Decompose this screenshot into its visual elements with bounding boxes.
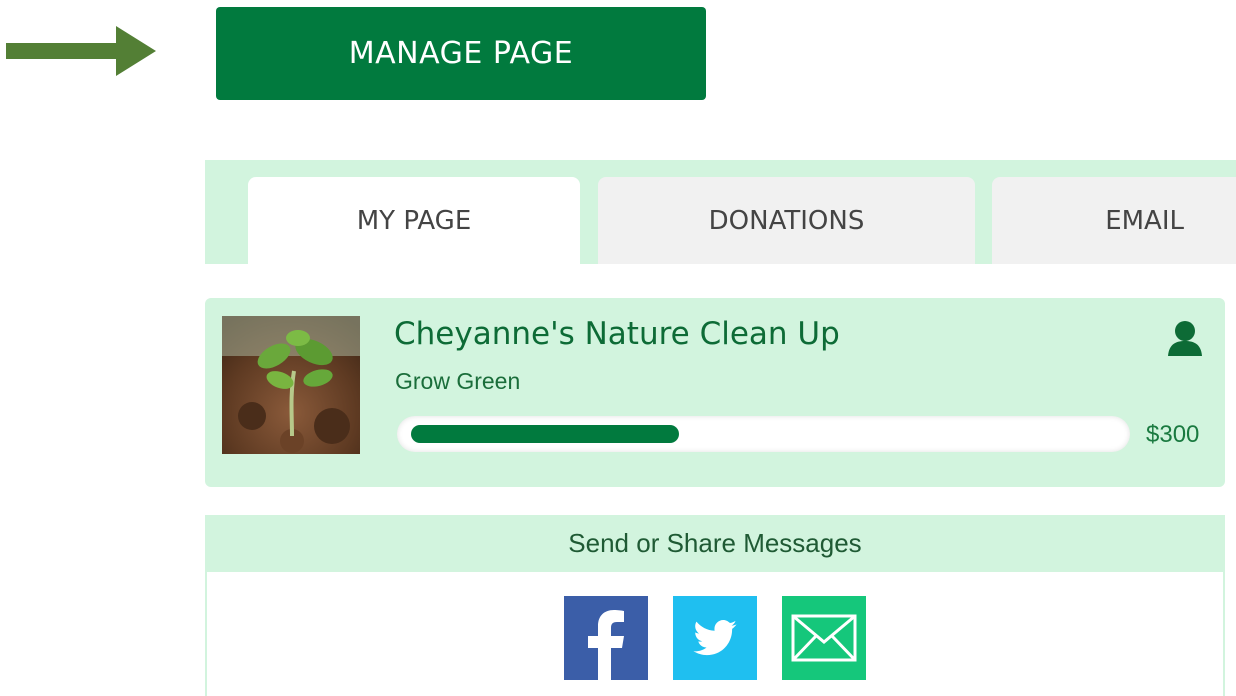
page-title[interactable]: Cheyanne's Nature Clean Up: [394, 316, 840, 352]
goal-amount: $300: [1146, 421, 1200, 448]
progress-fill: [411, 425, 679, 443]
manage-page-button[interactable]: MANAGE PAGE: [216, 7, 706, 100]
tab-email[interactable]: EMAIL: [992, 177, 1236, 264]
share-heading: Send or Share Messages: [205, 515, 1225, 572]
team-name: Grow Green: [395, 368, 521, 394]
email-icon: [791, 614, 857, 662]
twitter-icon: [693, 620, 737, 656]
user-icon: [1168, 321, 1202, 356]
twitter-share-button[interactable]: [673, 596, 757, 680]
facebook-icon: [588, 610, 624, 680]
facebook-share-button[interactable]: [564, 596, 648, 680]
tab-donations[interactable]: DONATIONS: [598, 177, 975, 264]
tab-my-page[interactable]: MY PAGE: [248, 177, 580, 264]
fundraising-progress-bar: [397, 416, 1130, 452]
pointer-arrow-icon: [6, 26, 156, 76]
email-share-button[interactable]: [782, 596, 866, 680]
seedling-photo: [222, 316, 360, 454]
